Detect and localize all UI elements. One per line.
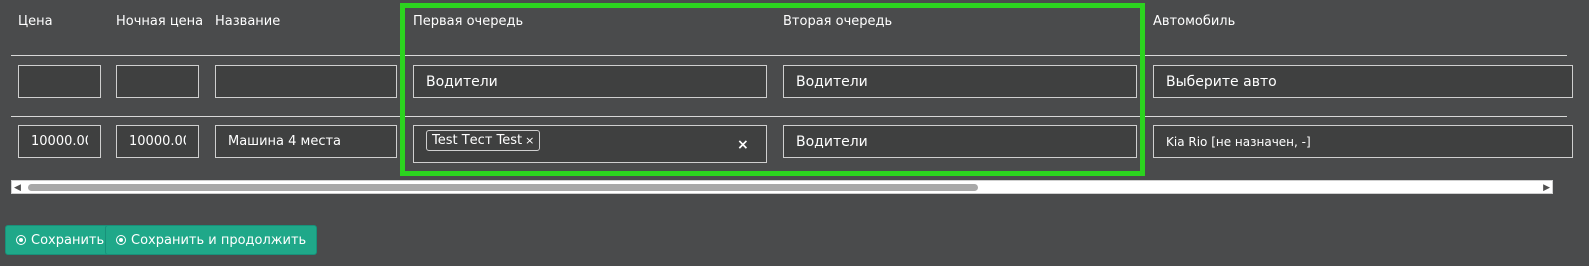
night-price-input[interactable] [116, 65, 199, 98]
price-input-field[interactable] [31, 74, 88, 89]
name-input[interactable] [215, 125, 397, 158]
save-button-label: Сохранить [31, 232, 105, 248]
first-queue-select[interactable]: Водители [413, 65, 767, 98]
save-and-continue-label: Сохранить и продолжить [131, 232, 307, 248]
save-and-continue-button[interactable]: Сохранить и продолжить [105, 225, 318, 255]
header-night-price: Ночная цена [116, 14, 204, 29]
car-placeholder: Выберите авто [1166, 73, 1277, 90]
header-first-queue: Первая очередь [413, 14, 524, 29]
price-input-field[interactable] [31, 134, 88, 149]
price-input[interactable] [18, 125, 101, 158]
tag-remove-icon[interactable]: × [525, 134, 534, 147]
scroll-right-icon[interactable]: ▶ [1543, 182, 1550, 194]
selected-tag-label: Test Тест Test [432, 133, 523, 148]
header-car: Автомобиль [1153, 14, 1236, 29]
header-divider [11, 55, 1567, 56]
car-select[interactable]: Выберите авто [1153, 65, 1573, 98]
first-queue-multiselect[interactable]: Test Тест Test × × [413, 125, 767, 163]
second-queue-placeholder: Водители [796, 133, 868, 150]
night-price-input-field[interactable] [129, 74, 186, 89]
name-input-field[interactable] [228, 74, 384, 89]
radio-dot-icon [16, 235, 26, 245]
first-queue-placeholder: Водители [426, 73, 498, 90]
selected-tag: Test Тест Test × [426, 130, 541, 151]
second-queue-select[interactable]: Водители [783, 125, 1137, 158]
scroll-thumb[interactable] [28, 184, 978, 191]
night-price-input[interactable] [116, 125, 199, 158]
header-price: Цена [18, 14, 53, 29]
scroll-left-icon[interactable]: ◀ [14, 182, 21, 194]
header-second-queue: Вторая очередь [783, 14, 893, 29]
name-input[interactable] [215, 65, 397, 98]
row-divider [11, 116, 1567, 117]
second-queue-select[interactable]: Водители [783, 65, 1137, 98]
clear-selection-icon[interactable]: × [737, 137, 749, 153]
header-name: Название [215, 14, 281, 29]
car-selected-value: Kia Rio [не назначен, -] [1166, 134, 1311, 149]
save-button[interactable]: Сохранить [5, 225, 116, 255]
price-input[interactable] [18, 65, 101, 98]
horizontal-scrollbar[interactable]: ◀ ▶ [11, 180, 1553, 194]
name-input-field[interactable] [228, 134, 384, 149]
second-queue-placeholder: Водители [796, 73, 868, 90]
night-price-input-field[interactable] [129, 134, 186, 149]
radio-dot-icon [116, 235, 126, 245]
car-select[interactable]: Kia Rio [не назначен, -] [1153, 125, 1573, 158]
